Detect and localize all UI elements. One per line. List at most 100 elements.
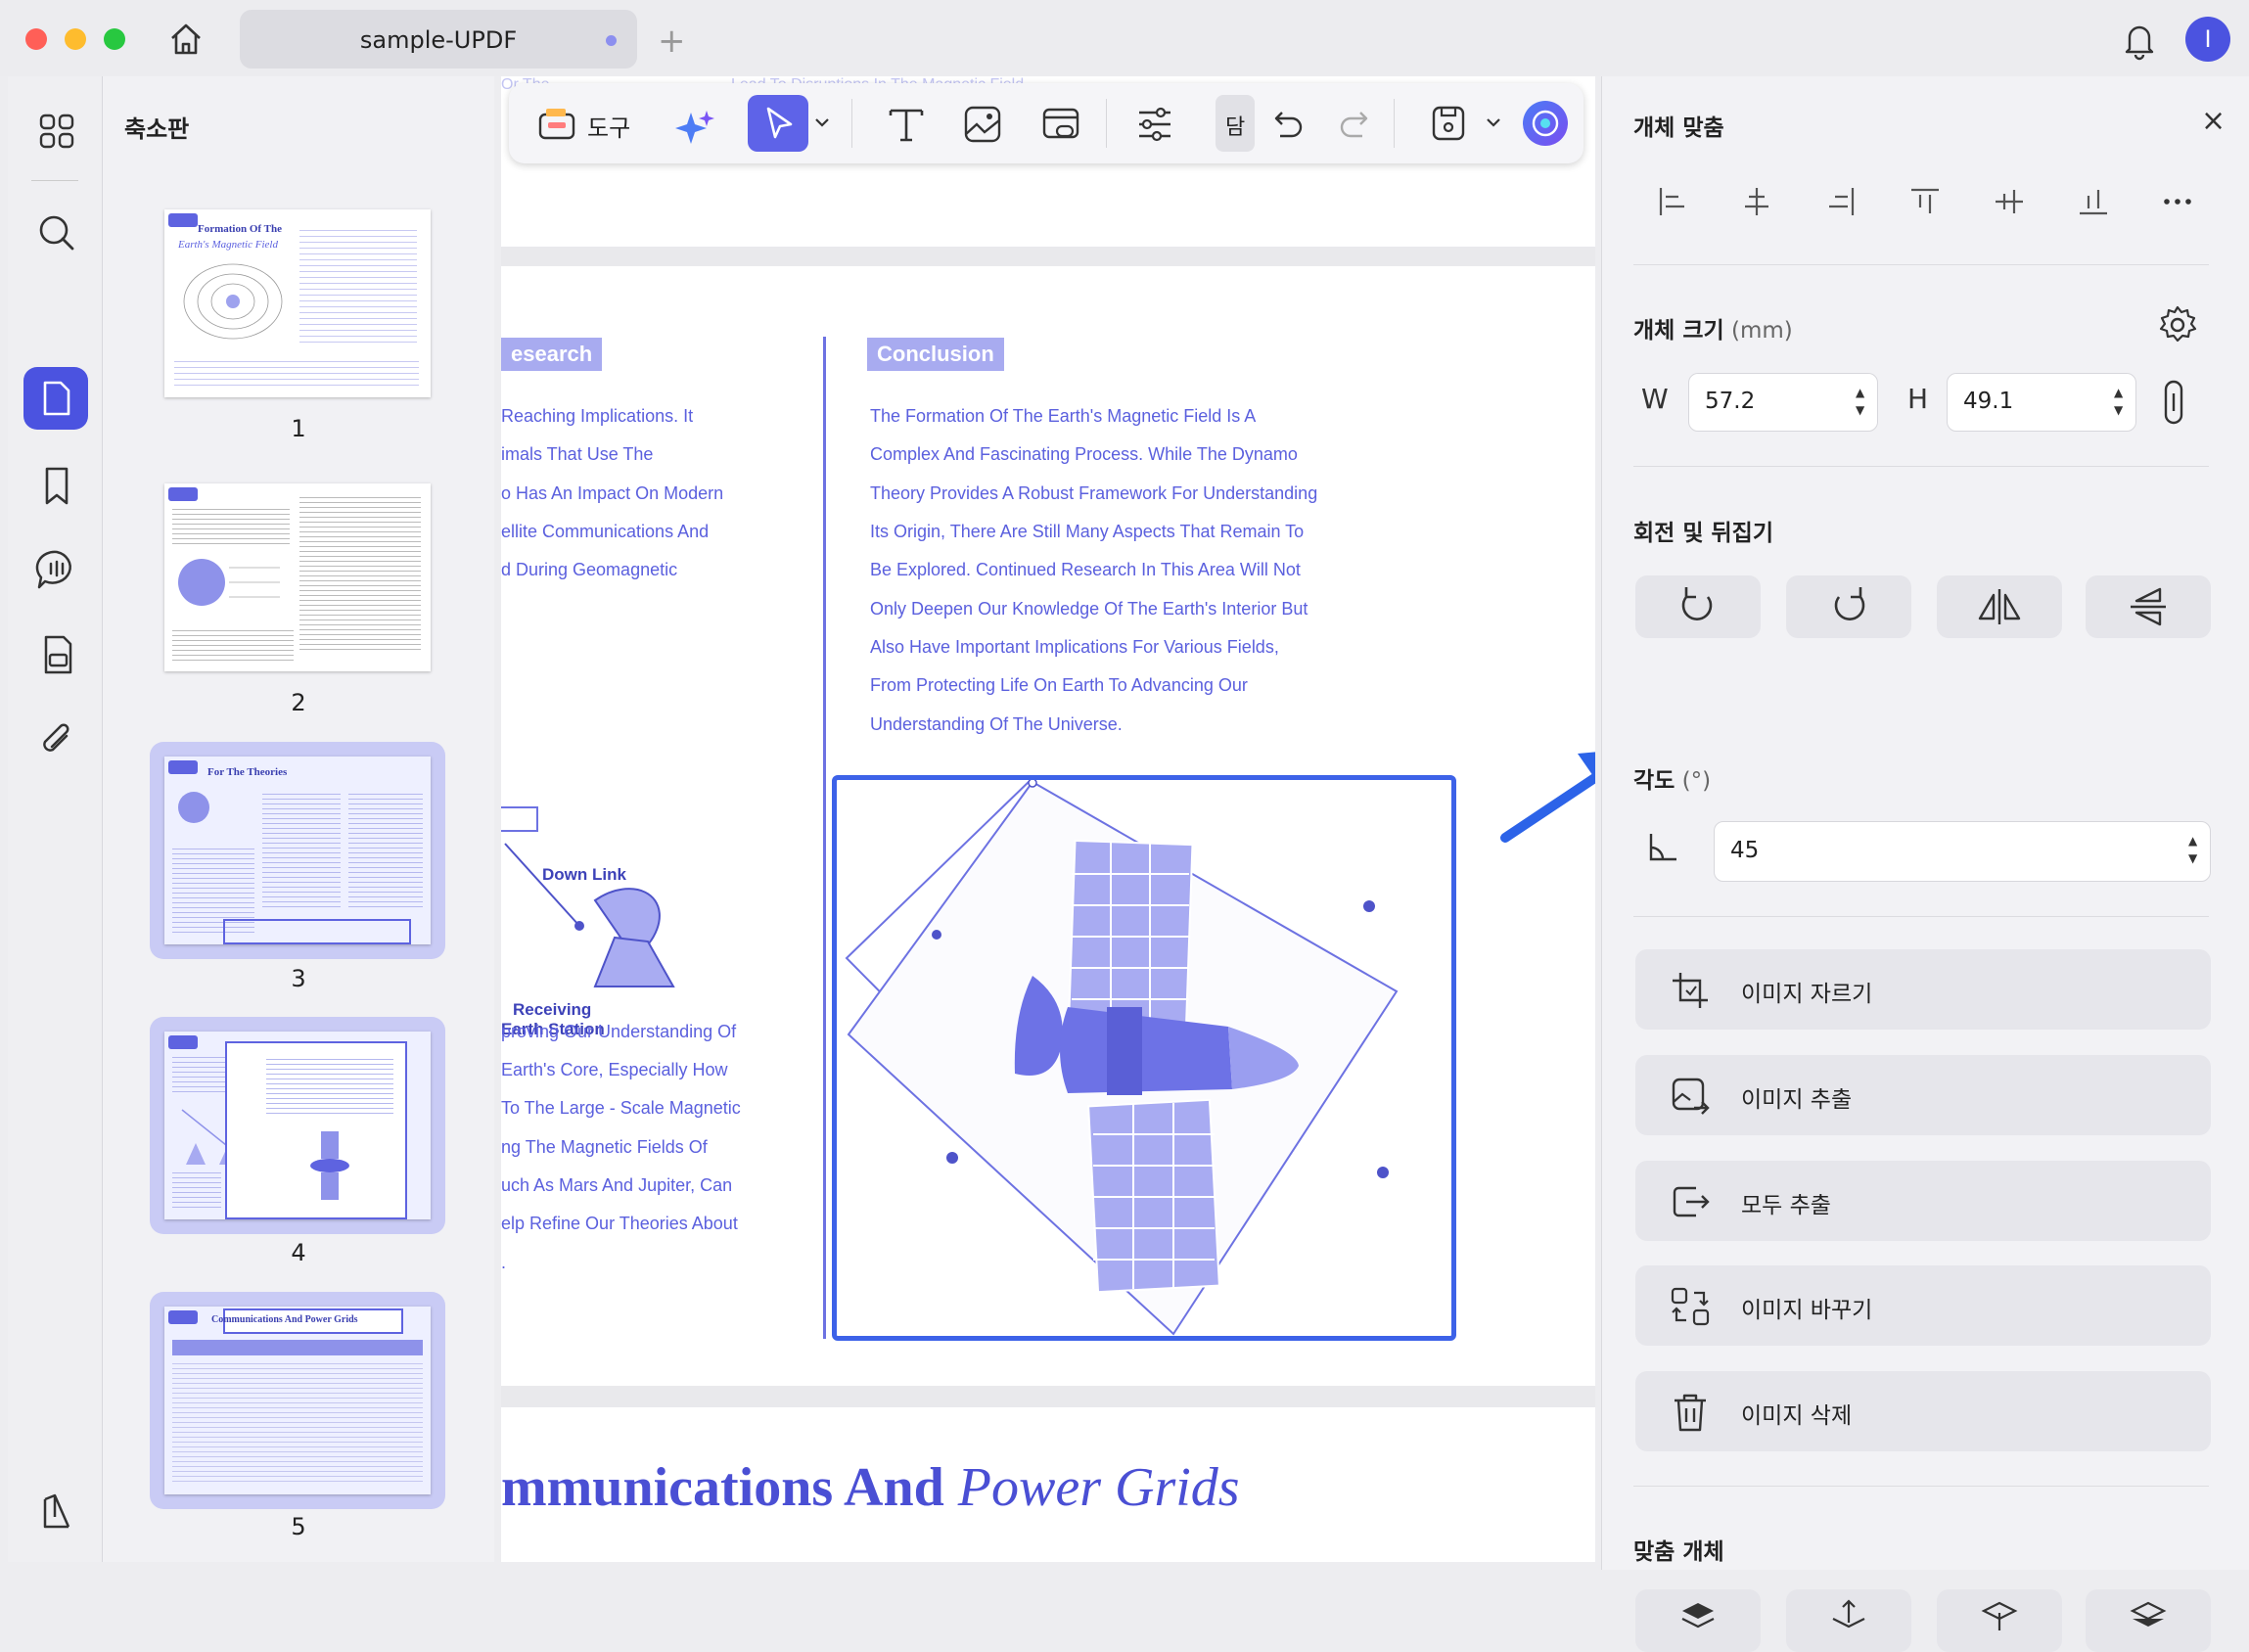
body-line: proving Our Understanding Of xyxy=(501,1022,737,1041)
research-line: Reaching Implications. It xyxy=(501,406,694,426)
layers-icon[interactable] xyxy=(31,1488,82,1538)
chevron-down-icon[interactable] xyxy=(1486,116,1501,128)
document-tab[interactable]: sample-UPDF xyxy=(240,10,637,69)
properties-icon[interactable] xyxy=(1133,103,1176,146)
redo-icon[interactable] xyxy=(1337,105,1376,144)
crop-image-label: 이미지 자르기 xyxy=(1741,982,1873,1007)
crop-image-button[interactable]: 이미지 자르기 xyxy=(1635,949,2211,1030)
height-value: 49.1 xyxy=(1963,389,2014,414)
bring-to-front-button[interactable] xyxy=(1635,1589,1761,1652)
thumbnail-page-3-selection[interactable]: For The Theories xyxy=(150,742,445,959)
toolbar-divider xyxy=(1394,99,1395,148)
align-center-horizontal-icon[interactable] xyxy=(1739,184,1774,219)
rotate-left-button[interactable] xyxy=(1635,575,1761,638)
ai-sparkle-icon[interactable] xyxy=(673,107,716,150)
thumbnail-page-3[interactable]: For The Theories xyxy=(164,757,431,944)
thumbnail-page-number: 5 xyxy=(291,1513,306,1540)
angle-input[interactable]: 45 ▲ ▼ xyxy=(1714,821,2211,882)
undo-icon[interactable] xyxy=(1266,105,1306,144)
research-line: ellite Communications And xyxy=(501,522,710,541)
replace-image-button[interactable]: 이미지 바꾸기 xyxy=(1635,1265,2211,1346)
bring-forward-button[interactable] xyxy=(1786,1589,1911,1652)
document-view[interactable]: Or The Lead To Disruptions In The Magnet… xyxy=(501,76,1595,1562)
research-line: o Has An Impact On Modern xyxy=(501,483,724,503)
align-left-icon[interactable] xyxy=(1655,184,1690,219)
research-tag: esearch xyxy=(501,338,603,371)
thumbnail-heading: Communications And Power Grids xyxy=(211,1314,358,1325)
ai-assistant-icon[interactable] xyxy=(1523,101,1568,146)
research-line: d During Geomagnetic xyxy=(501,560,678,579)
tools-label[interactable]: 도구 xyxy=(587,109,630,143)
angle-stepper[interactable]: ▲ ▼ xyxy=(2188,832,2197,867)
conclusion-line: Be Explored. Continued Research In This … xyxy=(870,560,1301,579)
conclusion-line: From Protecting Life On Earth To Advanci… xyxy=(870,675,1248,695)
text-tool-icon[interactable] xyxy=(885,103,928,146)
thumbnail-page-1[interactable]: Formation Of The Earth's Magnetic Field xyxy=(164,209,431,397)
minimize-window-button[interactable] xyxy=(65,28,86,50)
updf-logo xyxy=(168,760,198,774)
delete-image-button[interactable]: 이미지 삭제 xyxy=(1635,1371,2211,1451)
close-window-button[interactable] xyxy=(25,28,47,50)
thumbnail-page-5[interactable]: Communications And Power Grids xyxy=(164,1307,431,1494)
thumbnail-page-2[interactable] xyxy=(164,483,431,671)
comment-icon[interactable] xyxy=(31,544,82,595)
page-heading-italic: Power Grids xyxy=(957,1457,1240,1518)
image-tool-icon[interactable] xyxy=(961,103,1004,146)
align-right-icon[interactable] xyxy=(1823,184,1859,219)
link-tool-icon[interactable] xyxy=(1039,103,1082,146)
gear-icon[interactable] xyxy=(2156,303,2199,346)
page-organize-icon[interactable] xyxy=(31,629,82,680)
search-icon[interactable] xyxy=(31,207,82,258)
align-title: 개체 맞춤 xyxy=(1633,115,1724,141)
extract-image-icon xyxy=(1672,1078,1710,1115)
chevron-down-icon[interactable] xyxy=(814,116,830,128)
conclusion-line: Understanding Of The Universe. xyxy=(870,714,1123,734)
annotation-arrow xyxy=(1500,752,1595,843)
grid-icon[interactable] xyxy=(31,106,82,157)
extract-image-button[interactable]: 이미지 추출 xyxy=(1635,1055,2211,1135)
column-divider xyxy=(823,337,826,1339)
align-center-vertical-icon[interactable] xyxy=(1992,184,2027,219)
page-edit-button[interactable] xyxy=(23,367,88,430)
select-tool-button[interactable] xyxy=(748,95,808,152)
size-unit: (mm) xyxy=(1730,318,1793,344)
width-input[interactable]: 57.2 ▲ ▼ xyxy=(1688,373,1878,432)
height-stepper[interactable]: ▲ ▼ xyxy=(2114,384,2123,419)
size-title: 개체 크기 (mm) xyxy=(1633,311,1793,344)
width-stepper[interactable]: ▲ ▼ xyxy=(1856,384,1864,419)
flip-vertical-button[interactable] xyxy=(2086,575,2211,638)
thumbnail-page-5-selection[interactable]: Communications And Power Grids xyxy=(150,1292,445,1509)
extract-all-button[interactable]: 모두 추출 xyxy=(1635,1161,2211,1241)
send-backward-button[interactable] xyxy=(1937,1589,2062,1652)
satellite-box-fragment xyxy=(501,806,538,832)
home-icon[interactable] xyxy=(166,20,206,59)
save-icon[interactable] xyxy=(1429,103,1468,144)
align-bottom-icon[interactable] xyxy=(2076,184,2111,219)
more-options-icon[interactable] xyxy=(2160,184,2195,219)
thumbnail-panel: 축소판 Formation Of The Earth's Magnetic Fi… xyxy=(103,76,494,1562)
send-to-back-button[interactable] xyxy=(2086,1589,2211,1652)
maximize-window-button[interactable] xyxy=(104,28,125,50)
body-line: . xyxy=(501,1253,507,1272)
toolbox-icon[interactable] xyxy=(536,103,577,144)
thumbnail-page-4[interactable] xyxy=(164,1032,431,1219)
avatar[interactable]: I xyxy=(2185,17,2230,62)
align-top-icon[interactable] xyxy=(1907,184,1943,219)
updf-logo xyxy=(168,487,198,501)
rotate-right-button[interactable] xyxy=(1786,575,1911,638)
cut-tool-button[interactable]: 담 xyxy=(1216,95,1255,152)
flip-horizontal-button[interactable] xyxy=(1937,575,2062,638)
close-icon[interactable]: × xyxy=(2201,104,2226,138)
new-tab-icon[interactable]: + xyxy=(658,22,686,61)
attachment-icon[interactable] xyxy=(31,714,82,765)
thumbnail-page-4-selection[interactable] xyxy=(150,1017,445,1234)
lock-ratio-icon[interactable] xyxy=(2158,378,2189,427)
bookmark-icon[interactable] xyxy=(31,460,82,511)
thumbnail-text-lines xyxy=(172,626,294,662)
angle-title-text: 각도 xyxy=(1633,768,1675,794)
conclusion-line: Complex And Fascinating Process. While T… xyxy=(870,444,1298,464)
height-input[interactable]: 49.1 ▲ ▼ xyxy=(1947,373,2136,432)
updf-logo xyxy=(168,1035,198,1049)
conclusion-line: Its Origin, There Are Still Many Aspects… xyxy=(870,522,1305,541)
bell-icon[interactable] xyxy=(2120,20,2159,61)
